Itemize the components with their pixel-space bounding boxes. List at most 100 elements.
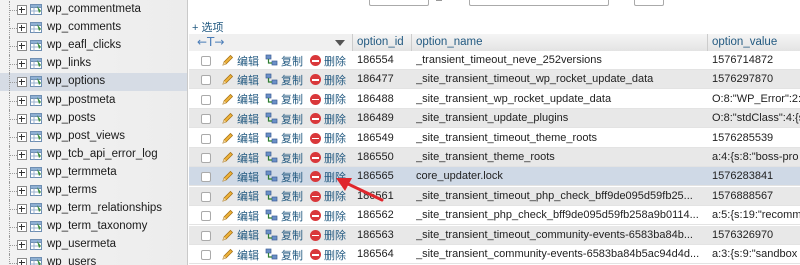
table-row[interactable]: 编辑 复制 删除 186489 _site_transient_update_plugi…	[189, 109, 800, 129]
table-row[interactable]: 编辑 复制 删除 186554 _transient_timeout_neve_252v…	[189, 51, 800, 70]
sidebar-item-wp-term-relationships[interactable]: wp_term_relationships	[0, 200, 187, 219]
delete-button[interactable]: 删除	[310, 187, 346, 206]
table-row[interactable]: 编辑 复制 删除 186562 _site_transient_php_check_bf…	[189, 206, 800, 226]
row-checkbox[interactable]	[201, 56, 211, 66]
expand-icon[interactable]	[17, 5, 27, 15]
table-row[interactable]: 编辑 复制 删除 186488 _site_transient_wp_rocket_up…	[189, 89, 800, 109]
delete-icon	[310, 113, 321, 125]
delete-button[interactable]: 删除	[310, 148, 346, 167]
delete-button[interactable]: 删除	[310, 167, 346, 186]
sort-arrow-icon[interactable]	[335, 40, 345, 46]
sidebar-item-wp-post-views[interactable]: wp_post_views	[0, 127, 187, 146]
edit-label: 编辑	[237, 55, 259, 68]
table-row[interactable]: 编辑 复制 删除 186550 _site_transient_theme_roots a…	[189, 148, 800, 167]
copy-label: 复制	[281, 191, 303, 204]
sidebar-item-wp-tcb-api-error-log[interactable]: wp_tcb_api_error_log	[0, 145, 187, 164]
expand-icon[interactable]	[17, 77, 27, 88]
row-checkbox[interactable]	[201, 153, 211, 163]
row-checkbox[interactable]	[201, 94, 211, 105]
delete-button[interactable]: 删除	[310, 226, 346, 245]
copy-button[interactable]: 复制	[265, 90, 303, 109]
column-resize-handle[interactable]: ←T→	[197, 36, 239, 50]
sidebar-item-wp-posts[interactable]: wp_posts	[0, 109, 187, 128]
table-row[interactable]: 编辑 复制 删除 186564 _site_transient_community-ev…	[189, 245, 800, 264]
row-checkbox[interactable]	[201, 172, 211, 183]
row-checkbox[interactable]	[201, 114, 211, 125]
delete-button[interactable]: 删除	[310, 90, 346, 109]
expand-icon[interactable]	[17, 95, 27, 106]
edit-button[interactable]: 编辑	[221, 70, 259, 89]
sidebar-item-wp-eafl-clicks[interactable]: wp_eafl_clicks	[0, 37, 187, 56]
edit-button[interactable]: 编辑	[221, 226, 259, 245]
expand-icon[interactable]	[17, 41, 27, 52]
option-name-cell: core_updater.lock	[416, 170, 503, 183]
copy-button[interactable]: 复制	[265, 245, 303, 264]
expand-icon[interactable]	[17, 23, 27, 34]
copy-button[interactable]: 复制	[265, 109, 303, 128]
edit-button[interactable]: 编辑	[221, 148, 259, 167]
delete-button[interactable]: 删除	[310, 129, 346, 148]
toolbar-button[interactable]	[634, 0, 664, 6]
edit-button[interactable]: 编辑	[221, 206, 259, 225]
row-checkbox[interactable]	[201, 191, 211, 202]
copy-button[interactable]: 复制	[265, 148, 303, 167]
table-row[interactable]: 编辑 复制 删除 186561 _site_transient_timeout_php_…	[189, 186, 800, 206]
sidebar-item-wp-terms[interactable]: wp_terms	[0, 182, 187, 200]
table-row[interactable]: 编辑 复制 删除 186563 _site_transient_timeout_comm…	[189, 225, 800, 245]
delete-button[interactable]: 删除	[310, 245, 346, 264]
expand-icon[interactable]	[17, 113, 27, 124]
row-checkbox[interactable]	[201, 230, 211, 241]
edit-button[interactable]: 编辑	[221, 51, 259, 70]
expand-icon[interactable]	[17, 131, 27, 142]
toolbar-input-left[interactable]	[369, 0, 429, 6]
expand-icon[interactable]	[17, 240, 27, 251]
row-checkbox[interactable]	[201, 211, 211, 222]
sidebar-item-wp-options[interactable]: wp_options	[0, 73, 187, 92]
sidebar-item-wp-commentmeta[interactable]: wp_commentmeta	[0, 1, 187, 19]
toolbar-select[interactable]	[469, 0, 609, 6]
delete-button[interactable]: 删除	[310, 51, 346, 70]
sidebar-item-wp-users[interactable]: wp_users	[0, 254, 187, 265]
copy-button[interactable]: 复制	[265, 70, 303, 89]
sidebar-item-wp-termmeta[interactable]: wp_termmeta	[0, 163, 187, 182]
edit-button[interactable]: 编辑	[221, 90, 259, 109]
edit-button[interactable]: 编辑	[221, 187, 259, 206]
edit-button[interactable]: 编辑	[221, 245, 259, 264]
expand-icon[interactable]	[17, 149, 27, 160]
header-option-id[interactable]: option_id	[353, 34, 412, 52]
row-checkbox[interactable]	[201, 250, 211, 260]
sidebar-item-wp-usermeta[interactable]: wp_usermeta	[0, 236, 187, 255]
copy-button[interactable]: 复制	[265, 167, 303, 186]
options-link[interactable]: + 选项	[192, 19, 223, 35]
copy-button[interactable]: 复制	[265, 51, 303, 70]
edit-button[interactable]: 编辑	[221, 129, 259, 148]
edit-button[interactable]: 编辑	[221, 167, 259, 186]
sidebar-item-wp-links[interactable]: wp_links	[0, 55, 187, 74]
table-row[interactable]: 编辑 复制 删除 186565 core_updater.lock 1576283841	[189, 167, 800, 187]
expand-icon[interactable]	[17, 167, 27, 178]
option-name-cell: _site_transient_timeout_wp_rocket_update…	[416, 73, 654, 86]
copy-button[interactable]: 复制	[265, 129, 303, 148]
table-row[interactable]: 编辑 复制 删除 186549 _site_transient_timeout_them…	[189, 128, 800, 148]
delete-button[interactable]: 删除	[310, 70, 346, 89]
expand-icon[interactable]	[17, 204, 27, 215]
header-option-name[interactable]: option_name	[412, 34, 708, 52]
header-option-value[interactable]: option_value	[708, 34, 800, 52]
edit-button[interactable]: 编辑	[221, 109, 259, 128]
sidebar-item-wp-term-taxonomy[interactable]: wp_term_taxonomy	[0, 218, 187, 237]
table-row[interactable]: 编辑 复制 删除 186477 _site_transient_timeout_wp_r…	[189, 70, 800, 90]
sidebar-item-wp-postmeta[interactable]: wp_postmeta	[0, 91, 187, 110]
delete-button[interactable]: 删除	[310, 206, 346, 225]
expand-icon[interactable]	[17, 186, 27, 196]
expand-icon[interactable]	[17, 258, 27, 265]
copy-button[interactable]: 复制	[265, 206, 303, 225]
copy-button[interactable]: 复制	[265, 226, 303, 245]
sidebar-item-wp-comments[interactable]: wp_comments	[0, 19, 187, 38]
copy-button[interactable]: 复制	[265, 187, 303, 206]
delete-button[interactable]: 删除	[310, 109, 346, 128]
table-icon	[30, 76, 42, 88]
row-checkbox[interactable]	[201, 75, 211, 86]
expand-icon[interactable]	[17, 222, 27, 233]
expand-icon[interactable]	[17, 59, 27, 70]
row-checkbox[interactable]	[201, 133, 211, 144]
